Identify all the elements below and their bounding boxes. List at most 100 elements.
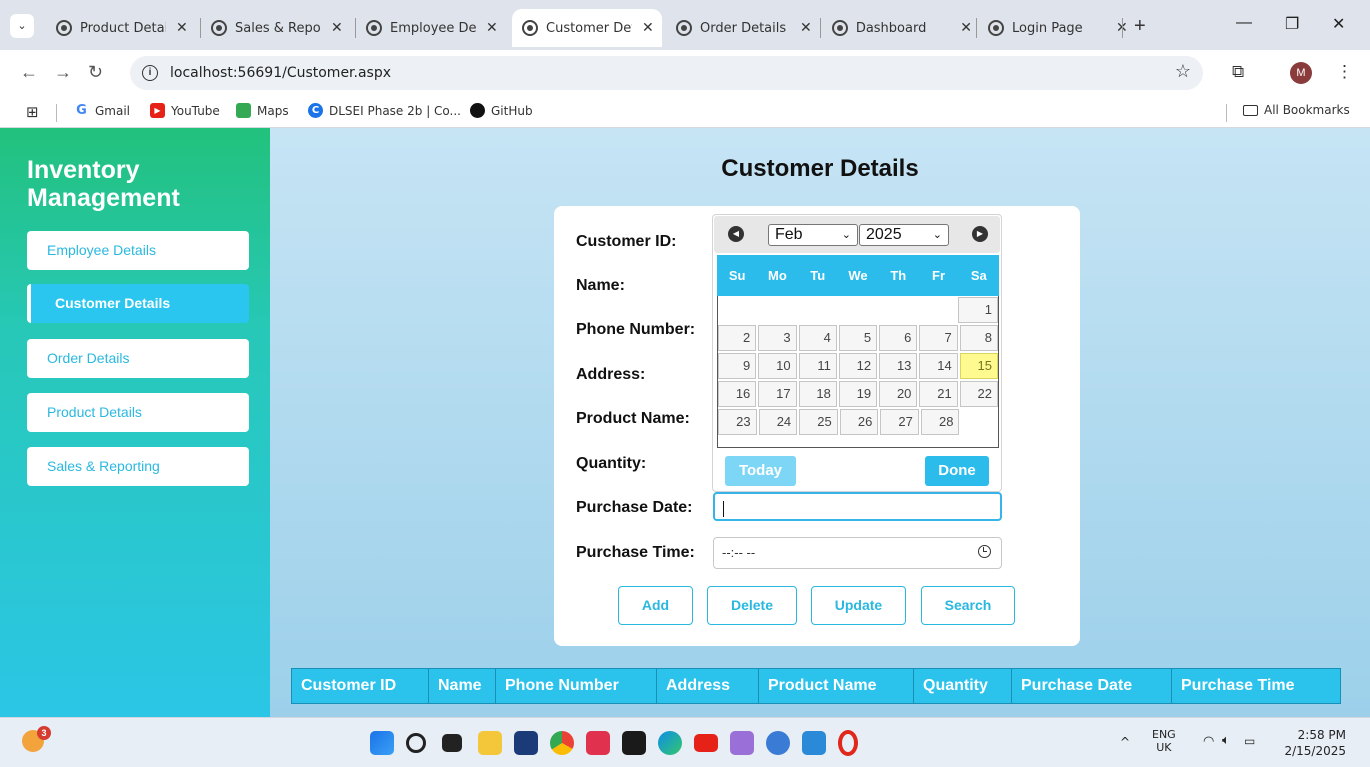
calendar-day[interactable]: 15	[959, 353, 998, 379]
clock[interactable]: 2:58 PM 2/15/2025	[1270, 727, 1346, 759]
close-window-icon[interactable]: ✕	[1332, 14, 1345, 34]
tab-product-details[interactable]: Product Detail ✕	[56, 9, 196, 47]
site-info-icon[interactable]: i	[142, 65, 158, 81]
column-header[interactable]: Product Name	[759, 669, 914, 703]
purchase-date-input[interactable]	[713, 492, 1002, 521]
done-button[interactable]: Done	[925, 456, 989, 486]
store-icon[interactable]	[514, 731, 538, 755]
purchase-time-input[interactable]: --:-- --	[713, 537, 1002, 569]
volume-icon[interactable]: 🔈︎	[1222, 733, 1230, 748]
today-button[interactable]: Today	[725, 456, 796, 486]
tab-employee-details[interactable]: Employee Det ✕	[366, 9, 506, 47]
visual-studio-icon[interactable]	[730, 731, 754, 755]
back-icon[interactable]: ←	[20, 62, 38, 83]
chrome-icon[interactable]	[550, 731, 574, 755]
tray-expand-icon[interactable]: ^	[1120, 735, 1130, 749]
minimize-icon[interactable]: —	[1236, 14, 1252, 32]
column-header[interactable]: Purchase Date	[1012, 669, 1172, 703]
calendar-day[interactable]: 7	[919, 325, 958, 351]
calendar-day[interactable]: 11	[798, 353, 837, 379]
search-icon[interactable]	[406, 733, 426, 753]
calendar-day[interactable]: 22	[959, 381, 998, 407]
close-tab-icon[interactable]: ✕	[642, 20, 654, 36]
sidebar-item-order-details[interactable]: Order Details	[27, 339, 249, 378]
apps-grid-icon[interactable]: ⊞	[26, 103, 39, 121]
close-tab-icon[interactable]: ✕	[331, 20, 343, 36]
language-indicator[interactable]: ENG UK	[1152, 728, 1176, 754]
calendar-day[interactable]: 8	[959, 325, 998, 351]
task-view-icon[interactable]	[442, 734, 462, 752]
column-header[interactable]: Address	[657, 669, 759, 703]
calendar-day[interactable]: 21	[919, 381, 958, 407]
all-bookmarks-button[interactable]: All Bookmarks	[1243, 103, 1350, 117]
year-select[interactable]: 2025 ⌄	[859, 224, 949, 246]
battery-icon[interactable]: ▭	[1244, 734, 1255, 748]
search-button[interactable]: Search	[921, 586, 1015, 625]
anydesk-icon[interactable]	[586, 731, 610, 755]
column-header[interactable]: Phone Number	[496, 669, 657, 703]
calendar-day[interactable]: 17	[758, 381, 797, 407]
calendar-day[interactable]: 13	[879, 353, 918, 379]
windows-start-icon[interactable]	[370, 731, 394, 755]
close-tab-icon[interactable]: ✕	[800, 20, 812, 36]
calendar-day[interactable]: 4	[798, 325, 837, 351]
calendar-day[interactable]: 23	[718, 409, 757, 435]
add-button[interactable]: Add	[618, 586, 693, 625]
calendar-day[interactable]: 25	[799, 409, 838, 435]
calendar-day[interactable]: 10	[758, 353, 797, 379]
forward-icon[interactable]: →	[54, 62, 72, 83]
bookmark-gmail[interactable]: G Gmail	[74, 103, 130, 118]
sidebar-item-sales-reporting[interactable]: Sales & Reporting	[27, 447, 249, 486]
bookmark-star-icon[interactable]: ☆	[1175, 61, 1191, 82]
column-header[interactable]: Name	[429, 669, 496, 703]
new-tab-button[interactable]: +	[1134, 15, 1146, 38]
sidebar-item-product-details[interactable]: Product Details	[27, 393, 249, 432]
calendar-day[interactable]: 26	[839, 409, 879, 435]
column-header[interactable]: Customer ID	[292, 669, 429, 703]
close-tab-icon[interactable]: ✕	[176, 20, 188, 36]
reload-icon[interactable]: ↻	[88, 62, 103, 83]
calendar-day[interactable]: 5	[838, 325, 878, 351]
calendar-day[interactable]: 27	[880, 409, 919, 435]
calendar-day[interactable]: 19	[838, 381, 878, 407]
menu-kebab-icon[interactable]: ⋮	[1336, 62, 1353, 82]
calendar-day[interactable]: 16	[718, 381, 757, 407]
close-tab-icon[interactable]: ✕	[960, 20, 972, 36]
bookmark-youtube[interactable]: ▶ YouTube	[150, 103, 220, 118]
tab-dashboard[interactable]: Dashboard ✕	[832, 9, 972, 47]
profile-avatar[interactable]: M	[1290, 62, 1312, 84]
bookmark-maps[interactable]: Maps	[236, 103, 289, 118]
app-icon[interactable]	[766, 731, 790, 755]
calendar-day[interactable]: 9	[718, 353, 757, 379]
tab-customer-details[interactable]: Customer Det ✕	[512, 9, 662, 47]
calendar-day[interactable]: 2	[718, 325, 757, 351]
clock-icon[interactable]	[978, 545, 991, 558]
calendar-day[interactable]: 20	[879, 381, 918, 407]
address-bar[interactable]: i localhost:56691/Customer.aspx ☆	[130, 56, 1203, 90]
next-month-icon[interactable]: ▶	[972, 226, 988, 242]
extensions-icon[interactable]: ⧉	[1232, 62, 1244, 82]
calendar-day[interactable]: 14	[919, 353, 958, 379]
calendar-day[interactable]: 24	[758, 409, 798, 435]
edge-icon[interactable]	[658, 731, 682, 755]
prev-month-icon[interactable]: ◀	[728, 226, 744, 242]
calendar-day[interactable]: 28	[920, 409, 960, 435]
tab-login-page[interactable]: Login Page ✕	[988, 9, 1128, 47]
column-header[interactable]: Quantity	[914, 669, 1012, 703]
tab-search-icon[interactable]: ⌄	[10, 14, 34, 38]
close-tab-icon[interactable]: ✕	[486, 20, 498, 36]
calendar-day[interactable]: 1	[958, 297, 998, 323]
column-header[interactable]: Purchase Time	[1172, 669, 1333, 703]
youtube-app-icon[interactable]	[694, 734, 718, 752]
calendar-day[interactable]: 3	[758, 325, 797, 351]
bookmark-github[interactable]: GitHub	[470, 103, 533, 118]
update-button[interactable]: Update	[811, 586, 906, 625]
bookmark-dlsei[interactable]: C DLSEI Phase 2b | Co...	[308, 103, 461, 118]
calendar-day[interactable]: 18	[798, 381, 837, 407]
file-explorer-icon[interactable]	[478, 731, 502, 755]
month-select[interactable]: Feb ⌄	[768, 224, 858, 246]
calendar-day[interactable]: 6	[879, 325, 918, 351]
delete-button[interactable]: Delete	[707, 586, 797, 625]
azure-data-studio-icon[interactable]	[802, 731, 826, 755]
tab-sales-reporting[interactable]: Sales & Repor ✕	[211, 9, 351, 47]
